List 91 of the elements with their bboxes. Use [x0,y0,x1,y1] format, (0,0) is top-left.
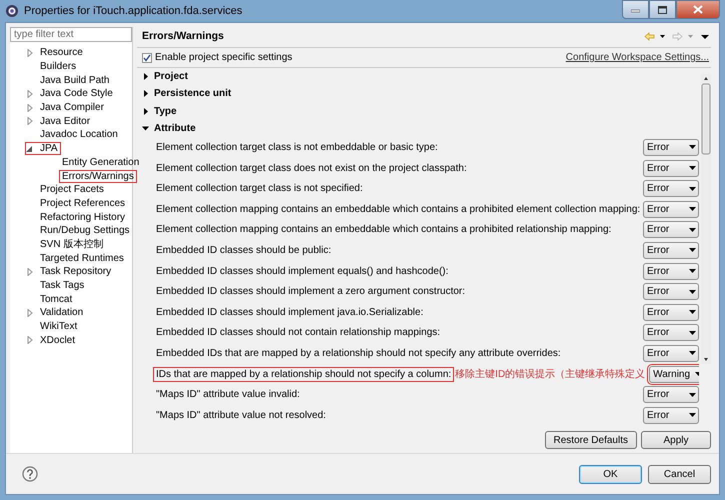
tree-item[interactable]: Run/Debug Settings [38,225,132,236]
tree-item[interactable]: SVN 版本控制 [38,237,106,252]
setting-label: Embedded ID classes should implement equals() and hashcode(): [155,264,450,278]
setting-label: Embedded IDs that are mapped by a relationship should not specify any attribute overrides: [155,346,562,360]
caret-icon [689,228,696,232]
expand-arrow-icon[interactable] [142,108,149,115]
page-title: Errors/Warnings [142,30,224,42]
dialog-button[interactable]: OK [579,464,642,484]
setting-label: Embedded ID classes should be public: [155,244,332,257]
tree-item[interactable]: Task Tags [38,280,86,292]
caret-icon [689,413,696,418]
setting-label: Embedded ID classes should implement a zero argument constructor: [155,285,466,298]
caret-icon [689,290,696,294]
help-icon[interactable] [22,466,38,482]
tree-item[interactable]: Validation [38,307,86,318]
setting-label: Embedded ID classes should not contain relationship mappings: [155,326,442,340]
tree-item[interactable]: Project References [38,198,128,209]
severity-dropdown[interactable]: Error [643,138,699,156]
tree-item[interactable]: Java Code Style [38,88,115,100]
caret-icon [689,166,696,170]
dialog-button[interactable]: Cancel [648,464,711,484]
tree-item[interactable]: Entity Generation [60,156,142,168]
severity-dropdown[interactable]: Error [643,344,699,362]
tree-item[interactable]: WikiText [38,321,80,332]
tree-item[interactable]: Task Repository [38,266,114,278]
caret-icon [689,145,696,150]
close-icon [693,5,703,14]
caret-icon [689,269,696,274]
severity-dropdown[interactable]: Warning [649,366,699,383]
tree-item[interactable]: Project Facets [38,184,106,196]
expand-arrow-icon[interactable] [142,90,149,98]
setting-label: "Maps ID" attribute value invalid: [155,388,301,402]
tree-item[interactable]: Javadoc Location [38,129,120,140]
minimize-button[interactable] [622,0,649,19]
restore-defaults-button[interactable]: Restore Defaults [544,431,637,449]
configure-link[interactable]: Configure Workspace Settings... [566,52,709,63]
tree-item[interactable]: Java Build Path [38,74,112,86]
severity-dropdown[interactable]: Error [643,262,699,280]
tree-item[interactable]: XDoclet [38,334,78,346]
close-button[interactable] [676,0,720,19]
tree-item[interactable]: Targeted Runtimes [38,252,126,264]
maximize-icon [658,6,667,14]
section-header[interactable]: Attribute [154,123,196,134]
severity-dropdown[interactable]: Error [643,386,699,404]
app-icon [5,4,19,18]
tree-item[interactable]: Java Editor [38,116,92,127]
setting-label: Element collection mapping contains an embeddable which contains a prohibited element collection mapping: [155,202,642,216]
window-title: Properties for iTouch.application.fda.services [24,5,242,17]
setting-label: "Maps ID" attribute value not resolved: [155,408,327,422]
tree-item[interactable]: Resource [38,47,85,58]
section-header[interactable]: Type [154,106,177,117]
caret-icon [689,248,696,252]
tree-item[interactable]: Tomcat [38,294,74,305]
section-header[interactable]: Project [154,71,188,82]
checkbox[interactable] [142,52,152,62]
annotation-note: 移除主键ID的错误提示（主键继承特殊定义 [455,368,646,382]
apply-button[interactable]: Apply [641,431,711,449]
caret-icon [689,392,696,397]
tree-item[interactable]: JPA [38,143,60,154]
tree-item[interactable]: Builders [38,61,78,72]
setting-label: Element collection target class is not embeddable or basic type: [155,140,439,154]
severity-dropdown[interactable]: Error [643,160,699,177]
setting-label: Element collection mapping contains an embeddable which contains a prohibited relationship mapping: [155,223,612,236]
tree-item[interactable]: Errors/Warnings [60,170,136,182]
severity-dropdown[interactable]: Error [643,304,699,321]
maximize-button[interactable] [649,0,676,19]
check-icon [143,54,151,62]
collapse-arrow-icon[interactable] [142,125,149,132]
expand-arrow-icon[interactable] [142,73,149,80]
caret-icon [689,310,696,314]
setting-label: Element collection target class is not specified: [155,182,364,196]
caret-icon [689,186,696,191]
severity-dropdown[interactable]: Error [643,242,699,259]
filter-field[interactable]: type filter text [10,27,132,42]
caret-icon [689,207,696,212]
section-header[interactable]: Persistence unit [154,88,232,100]
checkbox-label[interactable]: Enable project specific settings [155,52,292,63]
severity-dropdown[interactable]: Error [643,283,699,300]
setting-label: IDs that are mapped by a relationship should not specify a column: [154,368,454,381]
severity-dropdown[interactable]: Error [643,180,699,198]
setting-label: Element collection target class does not exist on the project classpath: [155,162,468,175]
tree-item[interactable]: Java Compiler [38,102,106,114]
caret-icon [689,351,696,356]
severity-dropdown[interactable]: Error [643,200,699,218]
tree-item[interactable]: Refactoring History [38,212,128,223]
collapse-arrow-icon[interactable] [26,144,34,153]
severity-dropdown[interactable]: Error [643,221,699,238]
severity-dropdown[interactable]: Error [643,406,699,424]
caret-icon [689,330,696,335]
setting-label: Embedded ID classes should implement java.io.Serializable: [155,306,424,319]
severity-dropdown[interactable]: Error [643,324,699,342]
